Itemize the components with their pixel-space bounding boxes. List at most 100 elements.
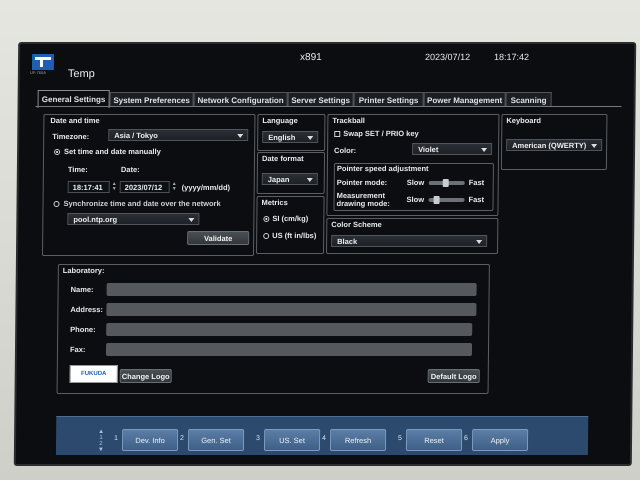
lab-name-input[interactable] [106,283,477,296]
chevron-down-icon [307,136,314,140]
lab-name-label: Name: [70,285,94,294]
timezone-value: Asia / Tokyo [114,130,158,140]
logo-subtitle: UF-760A [29,70,46,75]
date-format-select[interactable]: Japan [261,173,318,185]
pointer-mode-knob[interactable] [442,179,449,187]
brand-logo-icon [31,54,55,70]
tab-scanning[interactable]: Scanning [505,92,552,107]
change-logo-button[interactable]: Change Logo [119,369,172,383]
us-set-button[interactable]: US. Set [263,429,321,451]
header-date: 2023/07/12 [425,52,471,62]
metrics-si-radio[interactable] [263,216,270,222]
date-stepper-icon[interactable]: ▲ ▼ [172,181,177,192]
lab-address-label: Address: [70,305,103,314]
validate-button[interactable]: Validate [187,231,250,245]
time-stepper-icon[interactable]: ▲ ▼ [112,181,117,192]
reset-button[interactable]: Reset [405,429,463,451]
date-format-panel: Date format Japan [256,152,326,194]
lab-address-input[interactable] [106,303,477,316]
date-field-value: 2023/07/12 [124,182,163,192]
trackball-heading: Trackball [332,116,365,125]
chevron-down-icon [306,178,313,182]
color-scheme-select[interactable]: Black [331,235,488,247]
sync-time-label: Synchronize time and date over the netwo… [63,199,221,208]
pointer-fast-label: Fast [468,178,485,187]
ntp-server-select[interactable]: pool.ntp.org [67,213,200,225]
color-scheme-heading: Color Scheme [331,220,382,229]
footer-num-4: 4 [322,435,327,442]
lab-fax-input[interactable] [105,343,473,356]
tab-printer-settings[interactable]: Printer Settings [353,92,424,107]
measurement-mode-slider[interactable] [428,196,465,204]
date-time-panel: Date and time Timezone: Asia / Tokyo Set… [41,114,256,256]
footer-num-1: 1 [114,435,119,442]
chevron-down-icon [476,240,483,244]
pointer-mode-slider[interactable] [428,179,465,187]
date-format-value: Japan [267,174,290,184]
time-label: Time: [67,165,88,174]
language-panel: Language English [257,114,326,151]
timezone-label: Timezone: [52,132,90,141]
lab-phone-input[interactable] [106,323,473,336]
apply-button[interactable]: Apply [471,429,529,451]
swap-set-prio-checkbox[interactable] [334,131,341,137]
keyboard-value: American (QWERTY) [512,140,587,150]
tab-divider [35,106,622,107]
tab-network-configuration[interactable]: Network Configuration [193,92,288,107]
lab-fax-label: Fax: [69,345,86,354]
measurement-slow-label: Slow [406,195,425,204]
metrics-si-label: SI (cm/kg) [272,214,309,223]
swap-set-prio-label: Swap SET / PRIO key [343,129,419,138]
keyboard-heading: Keyboard [506,116,542,125]
laboratory-heading: Laboratory: [62,266,105,275]
keyboard-panel: Keyboard American (QWERTY) [500,114,608,170]
tab-server-settings[interactable]: Server Settings [287,92,354,107]
footer-num-5: 5 [398,435,403,442]
tab-system-preferences[interactable]: System Preferences [109,92,194,107]
chevron-down-icon [237,134,244,138]
time-field[interactable]: 18:17:41 ▲ ▼ [67,181,117,193]
refresh-button[interactable]: Refresh [329,429,387,451]
trackball-color-value: Violet [418,144,439,154]
color-scheme-value: Black [337,236,358,246]
time-field-value: 18:17:41 [72,182,103,192]
sync-time-radio[interactable] [53,201,60,207]
tab-power-management[interactable]: Power Management [423,92,506,107]
manual-time-radio[interactable] [54,149,61,155]
lab-logo-text: FUKUDA [81,371,107,377]
language-value: English [268,132,296,142]
gen-set-button[interactable]: Gen. Set [187,429,245,451]
measurement-mode-knob[interactable] [433,196,440,204]
chevron-down-icon [591,144,598,148]
lab-phone-label: Phone: [70,325,96,334]
date-label: Date: [120,165,140,174]
page-indicator[interactable]: ▲ 1 2 ▼ [98,429,104,453]
trackball-color-label: Color: [334,146,357,155]
footer-num-3: 3 [256,435,261,442]
page-down-icon[interactable]: ▼ [98,447,104,453]
header-time: 18:17:42 [494,52,530,62]
pointer-slow-label: Slow [406,178,425,187]
pointer-speed-heading: Pointer speed adjustment [336,164,429,173]
date-field[interactable]: 2023/07/12 ▲ ▼ [119,181,177,193]
metrics-us-radio[interactable] [263,233,270,239]
default-logo-button[interactable]: Default Logo [427,369,480,383]
pointer-speed-panel: Pointer speed adjustment Pointer mode: S… [333,163,494,211]
model-name: x891 [300,52,322,63]
date-format-heading: Date format [261,154,304,163]
laboratory-panel: Laboratory: Name: Address: Phone: Fax: F… [56,264,490,394]
chevron-down-icon [188,218,195,222]
lab-logo-image: FUKUDA [69,365,118,383]
window-title: Temp [67,68,95,80]
manual-time-label: Set time and date manually [64,147,161,156]
keyboard-select[interactable]: American (QWERTY) [506,139,603,151]
measurement-label-line2: drawing mode: [336,199,390,208]
metrics-panel: Metrics SI (cm/kg) US (ft in/lbs) [256,196,325,254]
dev-info-button[interactable]: Dev. Info [121,429,179,451]
trackball-color-select[interactable]: Violet [412,143,493,155]
color-scheme-panel: Color Scheme Black [326,218,499,254]
timezone-select[interactable]: Asia / Tokyo [108,129,249,141]
measurement-fast-label: Fast [468,195,485,204]
language-select[interactable]: English [262,131,319,143]
date-format-hint: (yyyy/mm/dd) [181,183,231,192]
